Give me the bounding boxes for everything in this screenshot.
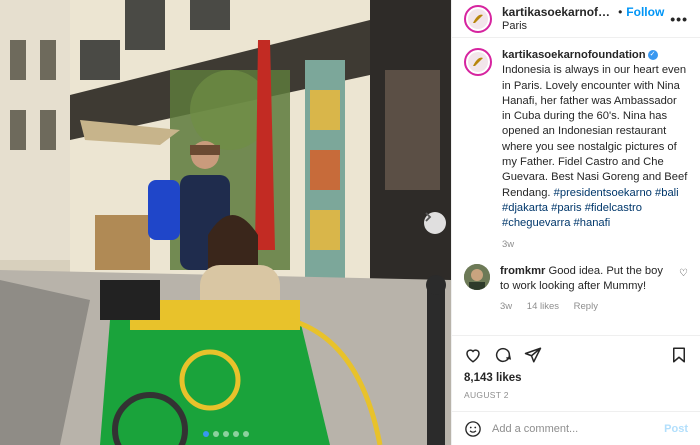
chevron-right-icon (425, 212, 432, 222)
caption: kartikasoekarnofoundation ✓ Indonesia is … (464, 48, 688, 252)
add-comment-input[interactable] (492, 422, 665, 435)
caption-text-block: kartikasoekarnofoundation ✓ Indonesia is … (502, 48, 688, 252)
post-header: kartikasoekarnofoundation • Follow Paris… (452, 0, 700, 38)
likes-count[interactable]: 8,143 likes (464, 372, 688, 384)
follow-button[interactable]: Follow (626, 5, 664, 19)
like-heart-icon[interactable] (464, 346, 482, 364)
verified-badge-icon: ✓ (647, 50, 658, 61)
carousel-dot (222, 431, 229, 437)
header-text: kartikasoekarnofoundation • Follow Paris (502, 5, 664, 32)
comment-reply-button[interactable]: Reply (574, 301, 598, 312)
carousel-dots (0, 431, 451, 437)
post-photo[interactable] (0, 0, 451, 445)
caption-username[interactable]: kartikasoekarnofoundation (502, 49, 646, 61)
comments-area: kartikasoekarnofoundation ✓ Indonesia is … (452, 38, 700, 335)
header-username[interactable]: kartikasoekarnofoundation (502, 5, 614, 19)
more-options-button[interactable]: ••• (670, 11, 688, 27)
share-plane-icon[interactable] (524, 346, 542, 364)
carousel-dot (232, 431, 239, 437)
add-comment-bar: Post (452, 411, 700, 445)
caption-time: 3w (502, 238, 515, 250)
comment-meta: 3w 14 likes Reply (500, 299, 673, 314)
comment-item: fromkmr Good idea. Put the boy to work l… (464, 263, 688, 314)
location-link[interactable]: Paris (502, 20, 664, 32)
comment-likes[interactable]: 14 likes (527, 301, 559, 312)
comment-time: 3w (500, 300, 513, 312)
carousel-next-button[interactable] (424, 212, 446, 234)
profile-avatar[interactable] (464, 4, 492, 33)
logo-icon (468, 8, 488, 29)
emoji-icon[interactable] (464, 420, 482, 438)
comment-body: fromkmr Good idea. Put the boy to work l… (500, 264, 673, 314)
post-date: AUGUST 2 (464, 390, 509, 400)
carousel-dot (212, 431, 219, 437)
caption-text: Indonesia is always in our heart even in… (502, 64, 688, 199)
post-sidebar: kartikasoekarnofoundation • Follow Paris… (451, 0, 700, 445)
comment-bubble-icon[interactable] (494, 346, 512, 364)
logo-icon (468, 52, 488, 72)
caption-avatar[interactable] (464, 48, 492, 76)
header-separator: • (618, 5, 623, 19)
carousel-dot (202, 431, 209, 437)
commenter-avatar[interactable] (464, 263, 490, 290)
comment-username[interactable]: fromkmr (500, 265, 545, 277)
save-bookmark-icon[interactable] (670, 346, 688, 364)
post-comment-button[interactable]: Post (664, 423, 688, 435)
instagram-post: kartikasoekarnofoundation • Follow Paris… (0, 0, 700, 445)
photo-illustration (0, 0, 451, 445)
carousel-dot (242, 431, 249, 437)
comment-like-heart-icon[interactable]: ♡ (679, 268, 688, 314)
